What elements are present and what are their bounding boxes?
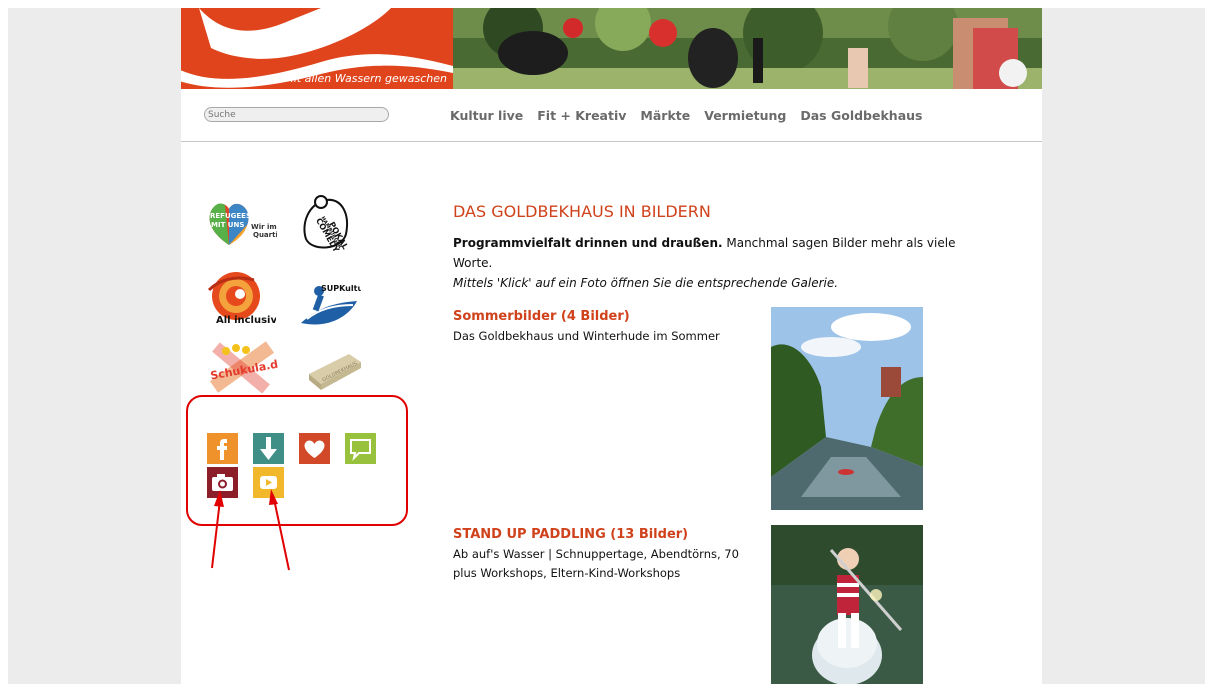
arrow-line-youtube (273, 498, 290, 571)
arrow-head-youtube-icon (269, 489, 278, 505)
arrow-line-camera (211, 499, 221, 569)
annotation-arrows (211, 489, 290, 571)
arrow-head-camera-icon (214, 490, 224, 507)
